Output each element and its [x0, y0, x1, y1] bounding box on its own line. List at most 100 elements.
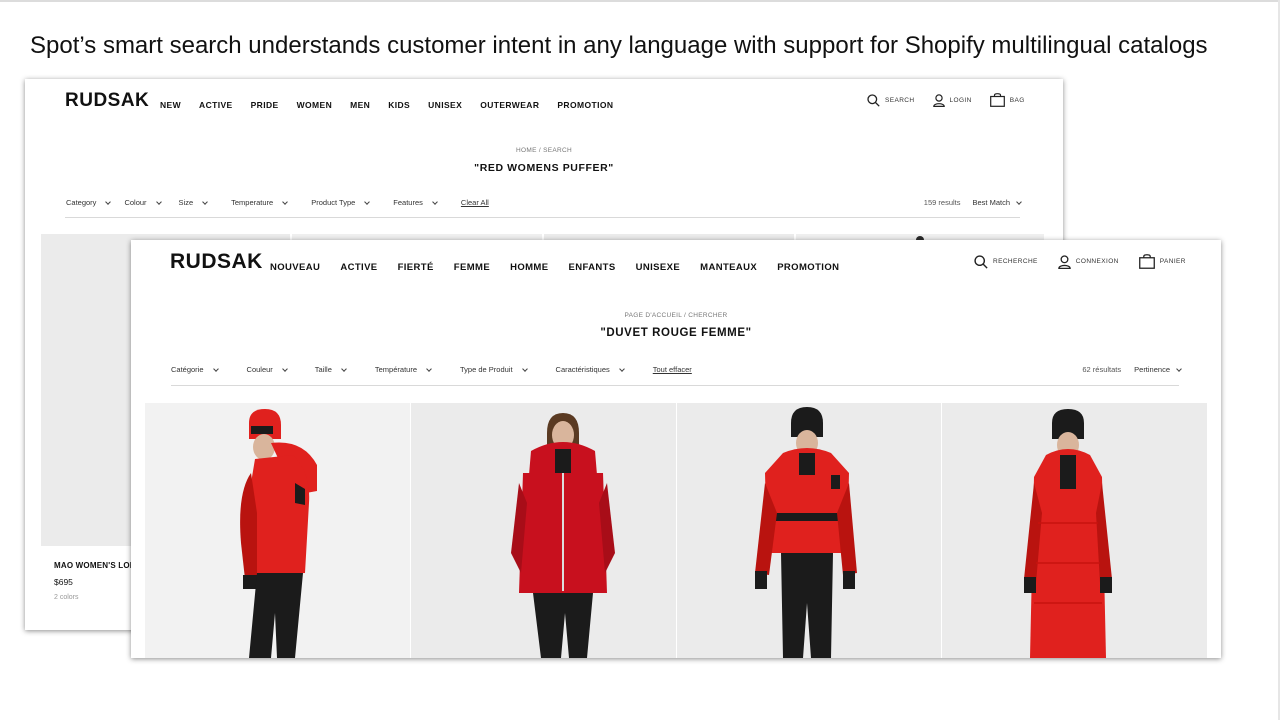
nav-item-enfants[interactable]: ENFANTS — [568, 262, 615, 273]
clear-all-link[interactable]: Clear All — [461, 198, 489, 207]
filter-label: Taille — [314, 365, 332, 374]
results-count: 62 résultats — [1082, 365, 1122, 374]
filter-label: Product Type — [311, 198, 356, 207]
product-photo-long-puffer — [1024, 409, 1113, 658]
search-button[interactable]: RECHERCHE — [974, 254, 1038, 269]
chevron-down-icon — [432, 198, 438, 205]
chevron-down-icon — [1016, 198, 1022, 205]
product-image[interactable] — [942, 403, 1207, 658]
chevron-down-icon — [426, 365, 432, 372]
chevron-down-icon — [281, 365, 288, 372]
chevron-down-icon — [364, 198, 371, 205]
filter-colour[interactable]: Couleur — [246, 365, 288, 374]
filter-size[interactable]: Taille — [314, 365, 347, 374]
main-nav: NOUVEAU ACTIVE FIERTÉ FEMME HOMME ENFANT… — [270, 262, 839, 273]
product-image[interactable] — [410, 403, 676, 658]
filter-label: Couleur — [246, 365, 273, 374]
sort-dropdown[interactable]: Pertinence — [1134, 365, 1182, 374]
login-button[interactable]: LOGIN — [932, 93, 972, 107]
main-nav: NEW ACTIVE PRIDE WOMEN MEN KIDS UNISEX O… — [160, 100, 613, 110]
search-query-title: "RED WOMENS PUFFER" — [474, 162, 614, 174]
breadcrumb[interactable]: HOME / SEARCH — [25, 147, 1063, 154]
results-bar: 62 résultats Pertinence — [1082, 365, 1182, 374]
login-button[interactable]: CONNEXION — [1058, 254, 1119, 269]
slide-headline: Spot’s smart search understands customer… — [30, 32, 1208, 59]
filter-temperature[interactable]: Température — [374, 365, 432, 374]
bag-button[interactable]: PANIER — [1138, 254, 1186, 269]
results-count: 159 results — [923, 198, 961, 207]
filter-bar: Category Colour Size Temperature Product… — [66, 198, 489, 207]
header-utilities: SEARCH LOGIN BAG — [867, 93, 1025, 107]
nav-item-new[interactable]: NEW — [160, 100, 181, 110]
product-price: $695 — [54, 577, 73, 587]
sort-dropdown[interactable]: Best Match — [972, 198, 1022, 207]
chevron-down-icon — [341, 365, 347, 372]
user-icon — [932, 93, 945, 107]
sort-label: Pertinence — [1134, 365, 1170, 374]
filter-label: Size — [178, 198, 194, 207]
nav-item-promotion[interactable]: PROMOTION — [557, 100, 613, 110]
filter-features[interactable]: Caractéristiques — [555, 365, 625, 374]
clear-all-link[interactable]: Tout effacer — [653, 365, 692, 374]
nav-item-kids[interactable]: KIDS — [388, 100, 410, 110]
nav-item-nouveau[interactable]: NOUVEAU — [270, 262, 320, 273]
product-card-info: MAO WOMEN'S LON $695 2 colors — [54, 561, 136, 601]
filter-bar: Catégorie Couleur Taille Température Typ… — [171, 365, 692, 374]
filter-temperature[interactable]: Temperature — [231, 198, 289, 207]
product-image[interactable] — [145, 403, 410, 658]
nav-item-fierte[interactable]: FIERTÉ — [398, 262, 434, 273]
bag-icon — [1138, 254, 1155, 269]
login-label: LOGIN — [949, 96, 972, 104]
nav-item-active[interactable]: ACTIVE — [340, 262, 377, 273]
filter-label: Features — [393, 198, 423, 207]
nav-item-men[interactable]: MEN — [350, 100, 370, 110]
bag-label: PANIER — [1159, 258, 1186, 265]
nav-item-femme[interactable]: FEMME — [454, 262, 490, 273]
nav-item-homme[interactable]: HOMME — [510, 262, 548, 273]
filter-label: Type de Produit — [460, 365, 513, 374]
product-colors: 2 colors — [54, 594, 79, 601]
filter-category[interactable]: Category — [66, 198, 112, 207]
chevron-down-icon — [105, 198, 112, 205]
product-title[interactable]: MAO WOMEN'S LON — [54, 561, 136, 570]
search-label: RECHERCHE — [993, 258, 1038, 265]
filter-label: Temperature — [231, 198, 274, 207]
product-grid — [145, 403, 1207, 658]
bag-button[interactable]: BAG — [989, 93, 1025, 107]
breadcrumb[interactable]: PAGE D'ACCUEIL / CHERCHER — [131, 312, 1221, 319]
search-button[interactable]: SEARCH — [867, 93, 915, 107]
filter-colour[interactable]: Colour — [124, 198, 162, 207]
chevron-down-icon — [618, 365, 625, 372]
search-query-title: "DUVET ROUGE FEMME" — [600, 327, 752, 339]
filter-category[interactable]: Catégorie — [171, 365, 219, 374]
sort-label: Best Match — [972, 198, 1010, 207]
filter-label: Caractéristiques — [555, 365, 610, 374]
filter-product-type[interactable]: Type de Produit — [460, 365, 528, 374]
nav-item-manteaux[interactable]: MANTEAUX — [700, 262, 757, 273]
filter-product-type[interactable]: Product Type — [311, 198, 371, 207]
nav-item-pride[interactable]: PRIDE — [251, 100, 279, 110]
bag-icon — [989, 93, 1005, 107]
chevron-down-icon — [155, 198, 162, 205]
store-logo[interactable]: RUDSAK — [65, 90, 149, 112]
product-image[interactable] — [676, 403, 942, 658]
filter-size[interactable]: Size — [179, 198, 208, 207]
search-label: SEARCH — [885, 96, 915, 104]
product-photo-red-puffer — [240, 409, 317, 658]
nav-item-unisex[interactable]: UNISEX — [428, 100, 462, 110]
chevron-down-icon — [212, 365, 219, 372]
nav-item-women[interactable]: WOMEN — [297, 100, 333, 110]
store-logo[interactable]: RUDSAK — [170, 250, 263, 274]
store-header: RUDSAK NOUVEAU ACTIVE FIERTÉ FEMME HOMME… — [131, 240, 1221, 290]
nav-item-active[interactable]: ACTIVE — [199, 100, 233, 110]
nav-item-promotion[interactable]: PROMOTION — [777, 262, 839, 273]
login-label: CONNEXION — [1075, 258, 1119, 265]
filter-label: Colour — [124, 198, 147, 207]
slide-border — [0, 0, 1280, 2]
nav-item-outerwear[interactable]: OUTERWEAR — [480, 100, 539, 110]
store-header: RUDSAK NEW ACTIVE PRIDE WOMEN MEN KIDS U… — [25, 79, 1063, 129]
filter-features[interactable]: Features — [393, 198, 438, 207]
nav-item-unisexe[interactable]: UNISEXE — [636, 262, 681, 273]
filter-label: Température — [374, 365, 417, 374]
french-store-screenshot: RUDSAK NOUVEAU ACTIVE FIERTÉ FEMME HOMME… — [131, 240, 1221, 658]
